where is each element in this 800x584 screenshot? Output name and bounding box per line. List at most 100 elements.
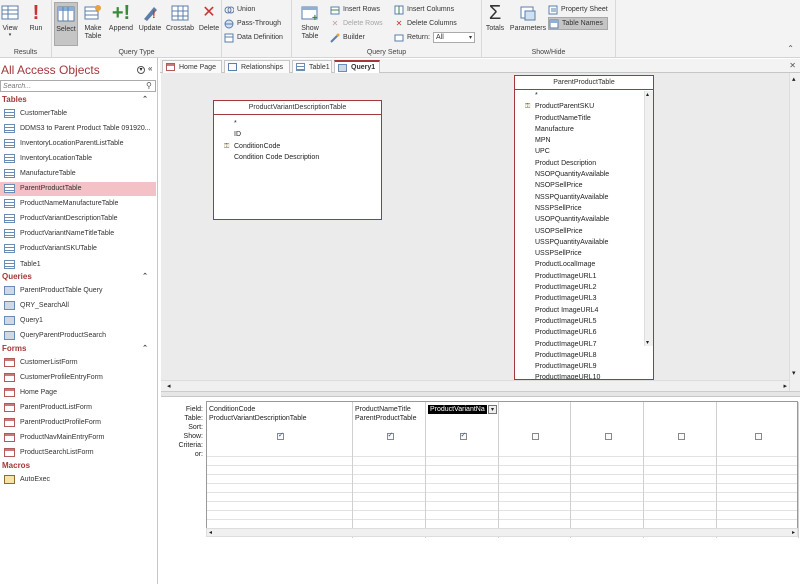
table-field[interactable]: NSOPSellPrice <box>515 182 653 193</box>
grid-sort-cell[interactable] <box>499 423 570 432</box>
table-field[interactable]: USSPSellPrice <box>515 250 653 261</box>
grid-table-cell[interactable] <box>426 414 498 423</box>
table-box-title[interactable]: ProductVariantDescriptionTable <box>214 101 381 115</box>
totals-button[interactable]: Σ Totals <box>484 2 506 46</box>
nav-item-parentproducttable[interactable]: ParentProductTable <box>0 181 156 196</box>
grid-or-cell[interactable] <box>353 450 425 459</box>
grid-column[interactable]: ConditionCode ProductVariantDescriptionTa… <box>207 402 353 538</box>
view-button[interactable]: View ▾ <box>0 2 20 46</box>
show-checkbox[interactable] <box>277 432 284 440</box>
grid-column[interactable] <box>499 402 571 538</box>
show-checkbox[interactable] <box>755 433 762 440</box>
delete-rows-button[interactable]: ✕ Delete Rows <box>330 17 383 30</box>
nav-menu-icon[interactable]: ▾ <box>137 66 145 74</box>
scroll-right-icon[interactable]: ▸ <box>783 382 787 390</box>
table-field[interactable]: ProductImageURL8 <box>515 352 653 363</box>
grid-field-cell[interactable]: ProductNameTitle <box>353 405 425 414</box>
table-field[interactable]: * <box>214 120 381 131</box>
scroll-up-icon[interactable]: ▴ <box>646 91 649 98</box>
scroll-up-icon[interactable]: ▴ <box>792 75 796 83</box>
section-tables[interactable]: Tables ⌃ <box>0 95 156 106</box>
grid-table-cell[interactable] <box>571 414 643 423</box>
table-field[interactable]: * <box>515 92 653 103</box>
grid-sort-cell[interactable] <box>644 423 716 432</box>
property-sheet-button[interactable]: Property Sheet <box>548 3 608 16</box>
nav-item-query1[interactable]: Query1 <box>0 313 156 327</box>
show-checkbox[interactable] <box>677 433 685 440</box>
grid-column[interactable] <box>717 402 799 538</box>
grid-table-cell[interactable] <box>499 414 570 423</box>
shutter-bar-icon[interactable]: « <box>148 64 152 73</box>
section-queries[interactable]: Queries ⌃ <box>0 272 156 283</box>
grid-criteria-cell[interactable] <box>353 441 425 450</box>
nav-item-manufacturetable[interactable]: ManufactureTable <box>0 166 156 180</box>
table-field[interactable]: ⚿ ProductParentSKU <box>515 103 653 114</box>
table-field[interactable]: ProductLocalImage <box>515 261 653 272</box>
append-button[interactable]: +! Append <box>108 2 134 46</box>
nav-item-home-page[interactable]: Home Page <box>0 385 156 399</box>
grid-column[interactable]: ProductVariantNa ▾ <box>426 402 499 538</box>
table-field[interactable]: USOPSellPrice <box>515 228 653 239</box>
grid-field-cell[interactable] <box>499 405 570 414</box>
grid-field-cell[interactable]: ConditionCode <box>207 405 352 414</box>
field-list-scrollbar[interactable]: ▴ ▾ <box>644 91 653 346</box>
grid-or-cell[interactable] <box>717 450 798 459</box>
nav-item-customerprofileentryform[interactable]: CustomerProfileEntryForm <box>0 370 156 384</box>
table-field[interactable]: Condition Code Description <box>214 154 381 165</box>
update-button[interactable]: ! Update <box>137 2 163 46</box>
grid-horizontal-scrollbar[interactable]: ◂ ▸ <box>206 528 798 537</box>
table-field[interactable]: ProductImageURL6 <box>515 329 653 340</box>
grid-table-cell[interactable]: ProductVariantDescriptionTable <box>207 414 352 423</box>
show-table-button[interactable]: + Show Table <box>297 2 323 46</box>
scroll-down-icon[interactable]: ▾ <box>792 369 796 377</box>
show-checkbox[interactable] <box>604 433 612 440</box>
table-names-button[interactable]: Table Names <box>548 17 608 30</box>
nav-item-productvariantskutable[interactable]: ProductVariantSKUTable <box>0 242 156 256</box>
grid-field-cell[interactable] <box>717 405 798 414</box>
parameters-button[interactable]: Parameters <box>510 2 546 46</box>
scroll-right-icon[interactable]: ▸ <box>792 529 795 536</box>
scroll-left-icon[interactable]: ◂ <box>209 529 212 536</box>
scroll-down-icon[interactable]: ▾ <box>646 339 649 346</box>
table-field[interactable]: Product Description <box>515 160 653 171</box>
table-field[interactable]: USSPQuantityAvailable <box>515 239 653 250</box>
grid-or-cell[interactable] <box>571 450 643 459</box>
tab-table1[interactable]: Table1 <box>292 60 332 73</box>
nav-item-productsearchlistform[interactable]: ProductSearchListForm <box>0 446 156 460</box>
table-field[interactable]: Manufacture <box>515 126 653 137</box>
return-select[interactable]: All ▾ <box>432 32 475 43</box>
table-field[interactable]: USOPQuantityAvailable <box>515 216 653 227</box>
grid-criteria-cell[interactable] <box>499 441 570 450</box>
table-field[interactable]: ProductImageURL7 <box>515 341 653 352</box>
tab-query1[interactable]: Query1 <box>334 60 380 73</box>
nav-item-queryparentproductsearch[interactable]: QueryParentProductSearch <box>0 328 156 342</box>
design-vertical-scrollbar[interactable]: ▴ ▾ <box>789 73 800 391</box>
grid-criteria-cell[interactable] <box>571 441 643 450</box>
nav-item-productvariantnametitletable[interactable]: ProductVariantNameTitleTable <box>0 227 156 241</box>
show-checkbox[interactable] <box>459 432 467 440</box>
grid-field-cell[interactable] <box>571 405 643 414</box>
nav-item-parentproductprofileform[interactable]: ParentProductProfileForm <box>0 415 156 429</box>
nav-item-productnamemanufacturetable[interactable]: ProductNameManufactureTable <box>0 197 156 211</box>
search-icon[interactable]: ⚲ <box>146 81 152 90</box>
collapse-ribbon-icon[interactable]: ⌃ <box>787 44 794 53</box>
nav-item-inventorylocationparentlisttable[interactable]: InventoryLocationParentListTable <box>0 136 156 150</box>
grid-criteria-cell[interactable] <box>717 441 798 450</box>
table-field[interactable]: ⚿ ConditionCode <box>214 143 381 154</box>
grid-sort-cell[interactable] <box>717 423 798 432</box>
grid-table-cell[interactable] <box>717 414 798 423</box>
table-field[interactable]: ProductImageURL9 <box>515 363 653 374</box>
table-box-title[interactable]: ParentProductTable <box>515 76 653 90</box>
nav-item-qry-searchall[interactable]: QRY_SearchAll <box>0 298 156 312</box>
table-field[interactable]: ProductImageURL2 <box>515 284 653 295</box>
show-checkbox[interactable] <box>386 432 394 440</box>
table-field[interactable]: ProductImageURL3 <box>515 295 653 306</box>
grid-column[interactable] <box>571 402 644 538</box>
grid-criteria-cell[interactable] <box>644 441 716 450</box>
table-field[interactable]: NSSPSellPrice <box>515 205 653 216</box>
select-query-button[interactable]: Select <box>54 2 78 46</box>
tab-relationships[interactable]: Relationships <box>224 60 290 73</box>
show-checkbox[interactable] <box>532 433 539 440</box>
tab-home-page[interactable]: Home Page <box>162 60 222 73</box>
make-table-button[interactable]: Make Table <box>81 2 105 46</box>
